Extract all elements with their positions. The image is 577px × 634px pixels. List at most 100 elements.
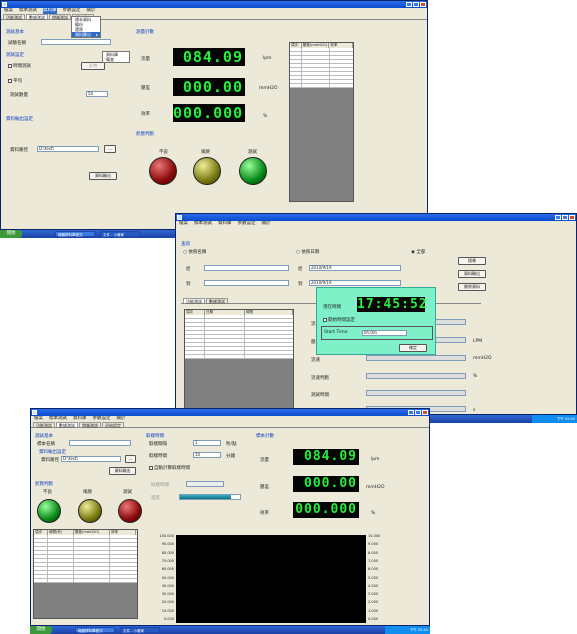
menu-file[interactable]: 檔案	[179, 221, 188, 227]
avg-option[interactable]: 平均	[8, 78, 22, 84]
menu-database[interactable]: 資料庫	[218, 221, 232, 227]
path-field[interactable]: D:\test\	[37, 146, 99, 152]
results-table-2[interactable]: 項次 日期 時間	[184, 309, 294, 409]
system-tray[interactable]: 下午 05:45	[385, 626, 430, 634]
timer-button[interactable]: 計時	[81, 62, 105, 70]
to-label-left: 到	[186, 282, 191, 287]
window-2-controls	[555, 215, 575, 220]
delete-button[interactable]: 刪除資料	[458, 283, 486, 291]
progress-bar-fill	[180, 495, 231, 499]
start-time-field[interactable]: 0h:0m	[362, 330, 407, 336]
minimize-icon[interactable]	[555, 215, 561, 220]
popup-ok-button[interactable]: 確定	[399, 344, 427, 352]
avg-option-label: 平均	[13, 79, 22, 84]
y-tick-label: 7.000	[368, 558, 379, 563]
tab-init-3[interactable]: 初始設定	[102, 422, 124, 428]
close-icon[interactable]	[569, 215, 575, 220]
date-to-field[interactable]: 2010/9/19	[309, 280, 401, 286]
timer-option[interactable]: 時間測試	[8, 63, 31, 69]
maximize-icon[interactable]	[413, 2, 419, 7]
tab-endpoint[interactable]: 帶端測試	[49, 14, 71, 20]
menu-item-export[interactable]: 資料匯出 ▸	[72, 32, 100, 37]
table-row[interactable]	[290, 84, 353, 88]
lamp-label-test-3: 測試	[123, 490, 132, 495]
maximize-icon[interactable]	[562, 215, 568, 220]
browse-button-3[interactable]: ...	[125, 455, 136, 463]
y-tick-label: 30.000	[161, 592, 174, 597]
path-field-3[interactable]: D:\test\	[61, 456, 121, 462]
flow-unit-3: lpm	[371, 457, 380, 462]
sample-name-field[interactable]	[69, 440, 131, 446]
menu-settings[interactable]: 參數設定	[238, 221, 256, 227]
row-label-velocity-judge: 流速判斷	[311, 376, 329, 381]
y-tick-label: 0.000	[368, 617, 379, 621]
system-tray-2[interactable]: 下午 05:45	[532, 415, 577, 423]
output-button[interactable]: 資料輸出	[89, 172, 117, 180]
radio-by-date[interactable]: ○ 依照日期	[296, 249, 319, 255]
col-eff: 效率	[110, 530, 136, 535]
output-button-3[interactable]: 資料輸出	[109, 467, 136, 475]
radio-by-name[interactable]: ○ 依照名稱	[183, 249, 206, 255]
group-options-title: 測試設定	[6, 53, 24, 58]
export-button[interactable]: 資料輸出	[458, 270, 486, 278]
eff-display-3: 000.000	[293, 502, 359, 518]
green-lamp-icon	[37, 499, 61, 523]
tabs-1: 功能測試 數據測試 帶端測試 初始設定	[1, 14, 427, 20]
submenu-item-archive[interactable]: 備查	[103, 57, 129, 62]
table-row[interactable]	[34, 579, 137, 583]
browse-button[interactable]: ...	[104, 145, 116, 153]
name-from-field[interactable]	[204, 265, 289, 271]
taskbar-item-app-3[interactable]: 儀器資料庫程式	[75, 627, 115, 633]
interval-label: 取樣間隔	[149, 442, 167, 447]
tab-data-2[interactable]: 數據測試	[206, 298, 228, 304]
velocity-readout	[366, 355, 466, 361]
red-lamp-icon	[149, 157, 177, 185]
minimize-icon[interactable]	[408, 410, 414, 415]
flow-display-3: 084.09	[293, 449, 359, 465]
radio-all[interactable]: ◉ 全部	[411, 249, 425, 255]
total-stepper[interactable]: 10	[193, 452, 221, 458]
close-icon[interactable]	[420, 2, 426, 7]
lamp-label-bad: 不良	[159, 150, 168, 155]
search-button[interactable]: 搜尋	[458, 257, 486, 265]
tab-endpoint-3[interactable]: 帶端測試	[79, 422, 101, 428]
duration-field[interactable]	[186, 481, 224, 487]
start-button-3[interactable]: 開始	[30, 626, 52, 634]
start-button-1[interactable]: 開始	[0, 230, 22, 238]
window-2-titlebar[interactable]	[176, 214, 576, 221]
minimize-icon[interactable]	[406, 2, 412, 7]
taskbar-item-app[interactable]: 儀器資料庫程式	[55, 231, 95, 237]
table-row[interactable]	[185, 355, 293, 359]
window-main-1: 檔案 標本測試 資料庫 參數設定 關於 功能測試 數據測試 帶端測試 初始設定 …	[0, 0, 428, 230]
taskbar-item-paint-3[interactable]: 文件 - 小畫家	[120, 627, 160, 633]
y-tick-label: 20.000	[161, 600, 174, 605]
tab-function-2[interactable]: 功能測試	[183, 298, 205, 304]
to-label-date: 到	[298, 282, 303, 287]
total-unit: 分鐘	[226, 454, 235, 459]
maximize-icon[interactable]	[415, 410, 421, 415]
taskbar-2: 下午 05:45	[430, 415, 577, 423]
interval-stepper[interactable]: 1	[193, 440, 221, 446]
window-1-titlebar[interactable]	[1, 1, 427, 8]
count-stepper[interactable]: 50	[86, 91, 108, 97]
taskbar-item-paint[interactable]: 文件 - 小畫家	[100, 231, 140, 237]
date-from-field[interactable]: 2010/9/19	[309, 265, 401, 271]
close-icon[interactable]	[422, 410, 428, 415]
results-table-1[interactable]: 項次 壓差(mmH2O) 效率	[289, 42, 354, 202]
auto-calc-checkbox[interactable]: 自動計算取樣時間	[149, 465, 190, 471]
tab-function-3[interactable]: 功能測試	[33, 422, 55, 428]
tab-data[interactable]: 數據測試	[26, 14, 48, 20]
menu-about[interactable]: 關於	[262, 221, 271, 227]
menu-sample-test[interactable]: 標本測試	[194, 221, 212, 227]
name-to-field[interactable]	[204, 280, 289, 286]
tab-function[interactable]: 功能測試	[3, 14, 25, 20]
y-tick-label: 2.000	[368, 600, 379, 605]
name-field[interactable]	[41, 39, 111, 45]
trend-chart	[176, 535, 366, 623]
tab-data-3[interactable]: 數據測試	[56, 422, 78, 428]
window-3-titlebar[interactable]	[31, 409, 429, 416]
start-time-checkbox[interactable]: 開始時間設定	[323, 317, 355, 323]
menubar-2: 檔案 標本測試 資料庫 參數設定 關於	[176, 221, 576, 227]
results-table-3[interactable]: 項次 時間(秒) 壓差(mmH2O) 效率	[33, 529, 138, 619]
group-status-title-3: 狀態判斷	[35, 482, 53, 487]
